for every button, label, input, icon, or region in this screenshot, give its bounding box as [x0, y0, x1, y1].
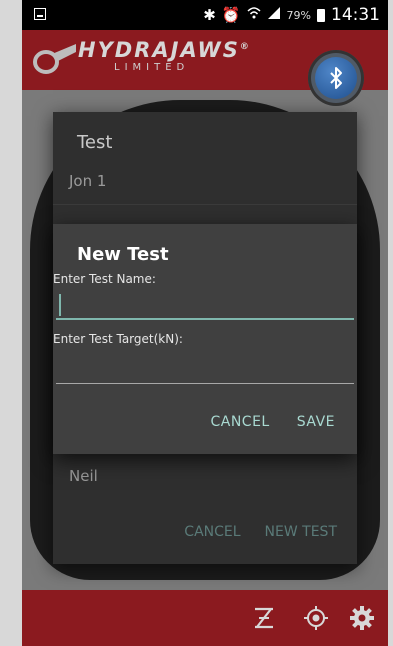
- brand-subtitle: LIMITED: [114, 62, 190, 73]
- hydrajaws-logo-icon: [32, 42, 78, 76]
- status-icons: ✱ ⏰ 79% 14:31: [203, 4, 380, 26]
- test-list-item[interactable]: Neil: [69, 467, 98, 485]
- wifi-icon: [247, 6, 261, 24]
- dialog-title: New Test: [77, 244, 169, 265]
- bottom-toolbar: [22, 590, 388, 646]
- clock: 14:31: [331, 5, 380, 25]
- cancel-button[interactable]: CANCEL: [210, 414, 269, 430]
- brand-registered-mark: ®: [239, 42, 251, 52]
- phone-screen: ✱ ⏰ 79% 14:31 HYDRAJAWS® LIMITED Test Jo…: [22, 0, 388, 646]
- bluetooth-status-icon: ✱: [203, 6, 216, 24]
- new-test-button[interactable]: NEW TEST: [265, 524, 337, 540]
- text-cursor: [59, 294, 61, 316]
- test-name-input[interactable]: [56, 290, 354, 320]
- new-test-dialog: New Test Enter Test Name: Enter Test Tar…: [53, 224, 357, 454]
- dialog-actions: CANCEL SAVE: [210, 414, 335, 430]
- alarm-icon: ⏰: [221, 6, 241, 24]
- test-list-item[interactable]: Jon 1: [69, 172, 106, 190]
- test-list-actions: CANCEL NEW TEST: [184, 524, 337, 540]
- brand-text: HYDRAJAWS: [78, 38, 240, 62]
- settings-button[interactable]: [348, 604, 376, 632]
- bluetooth-button[interactable]: [308, 50, 364, 106]
- bluetooth-icon: [315, 57, 357, 99]
- download-notification-icon: [34, 8, 46, 20]
- test-target-label: Enter Test Target(kN):: [53, 332, 183, 346]
- test-list-title: Test: [77, 132, 113, 153]
- battery-icon: [317, 8, 325, 22]
- test-list-cancel-button[interactable]: CANCEL: [184, 524, 240, 540]
- brand-name: HYDRAJAWS®: [78, 38, 251, 62]
- save-button[interactable]: SAVE: [297, 414, 335, 430]
- signal-icon: [267, 6, 281, 24]
- status-bar: ✱ ⏰ 79% 14:31: [22, 0, 388, 30]
- zero-tare-button[interactable]: [250, 604, 278, 632]
- gear-icon: [350, 606, 374, 630]
- test-target-input[interactable]: [56, 354, 354, 384]
- zero-tare-icon: [255, 607, 273, 629]
- list-divider: [53, 204, 357, 205]
- battery-percent: 79%: [286, 8, 311, 22]
- test-name-label: Enter Test Name:: [53, 272, 156, 286]
- locate-button[interactable]: [302, 604, 330, 632]
- crosshair-icon: [304, 606, 328, 630]
